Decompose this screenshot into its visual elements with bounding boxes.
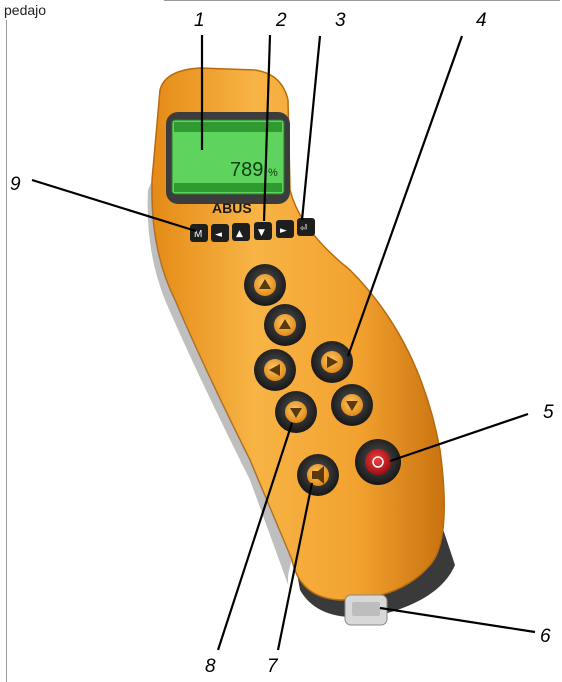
- lcd-value: 789: [230, 159, 263, 181]
- brand-logo: ABUS: [212, 200, 252, 216]
- key-enter-label: ⏎: [300, 224, 308, 234]
- callout-label-5: 5: [543, 402, 554, 423]
- callout-label-2: 2: [275, 10, 287, 31]
- callout-label-7: 7: [267, 656, 279, 677]
- button-left[interactable]: [254, 349, 296, 391]
- button-up-2[interactable]: [264, 304, 306, 346]
- callout-label-4: 4: [476, 10, 487, 31]
- lcd-unit: %: [268, 167, 278, 179]
- callout-label-3: 3: [335, 10, 346, 31]
- button-start[interactable]: [297, 454, 339, 496]
- button-right[interactable]: [311, 341, 353, 383]
- button-up-1[interactable]: [244, 264, 286, 306]
- callout-label-1: 1: [194, 10, 205, 31]
- callout-line-6: [379, 606, 536, 634]
- lcd-topbar: [174, 122, 282, 132]
- callout-line-3: [300, 35, 322, 221]
- key-up-label: ▲: [236, 229, 243, 239]
- key-right-label: ►: [280, 226, 287, 236]
- callout-line-4: [346, 35, 464, 357]
- button-down-left[interactable]: [275, 391, 317, 433]
- button-down-right[interactable]: [331, 384, 373, 426]
- key-switch[interactable]: [344, 594, 388, 626]
- remote-control-diagram: 789 % ABUS M ◄ ▲ ▼ ► ⏎ 1 2 3 4 5 6 7 8 9: [10, 10, 554, 677]
- button-stop[interactable]: [355, 439, 401, 485]
- callout-label-8: 8: [205, 656, 216, 677]
- key-down-label: ▼: [258, 228, 265, 238]
- callout-label-9: 9: [10, 174, 21, 195]
- key-left-label: ◄: [215, 230, 222, 240]
- callout-label-6: 6: [540, 626, 551, 647]
